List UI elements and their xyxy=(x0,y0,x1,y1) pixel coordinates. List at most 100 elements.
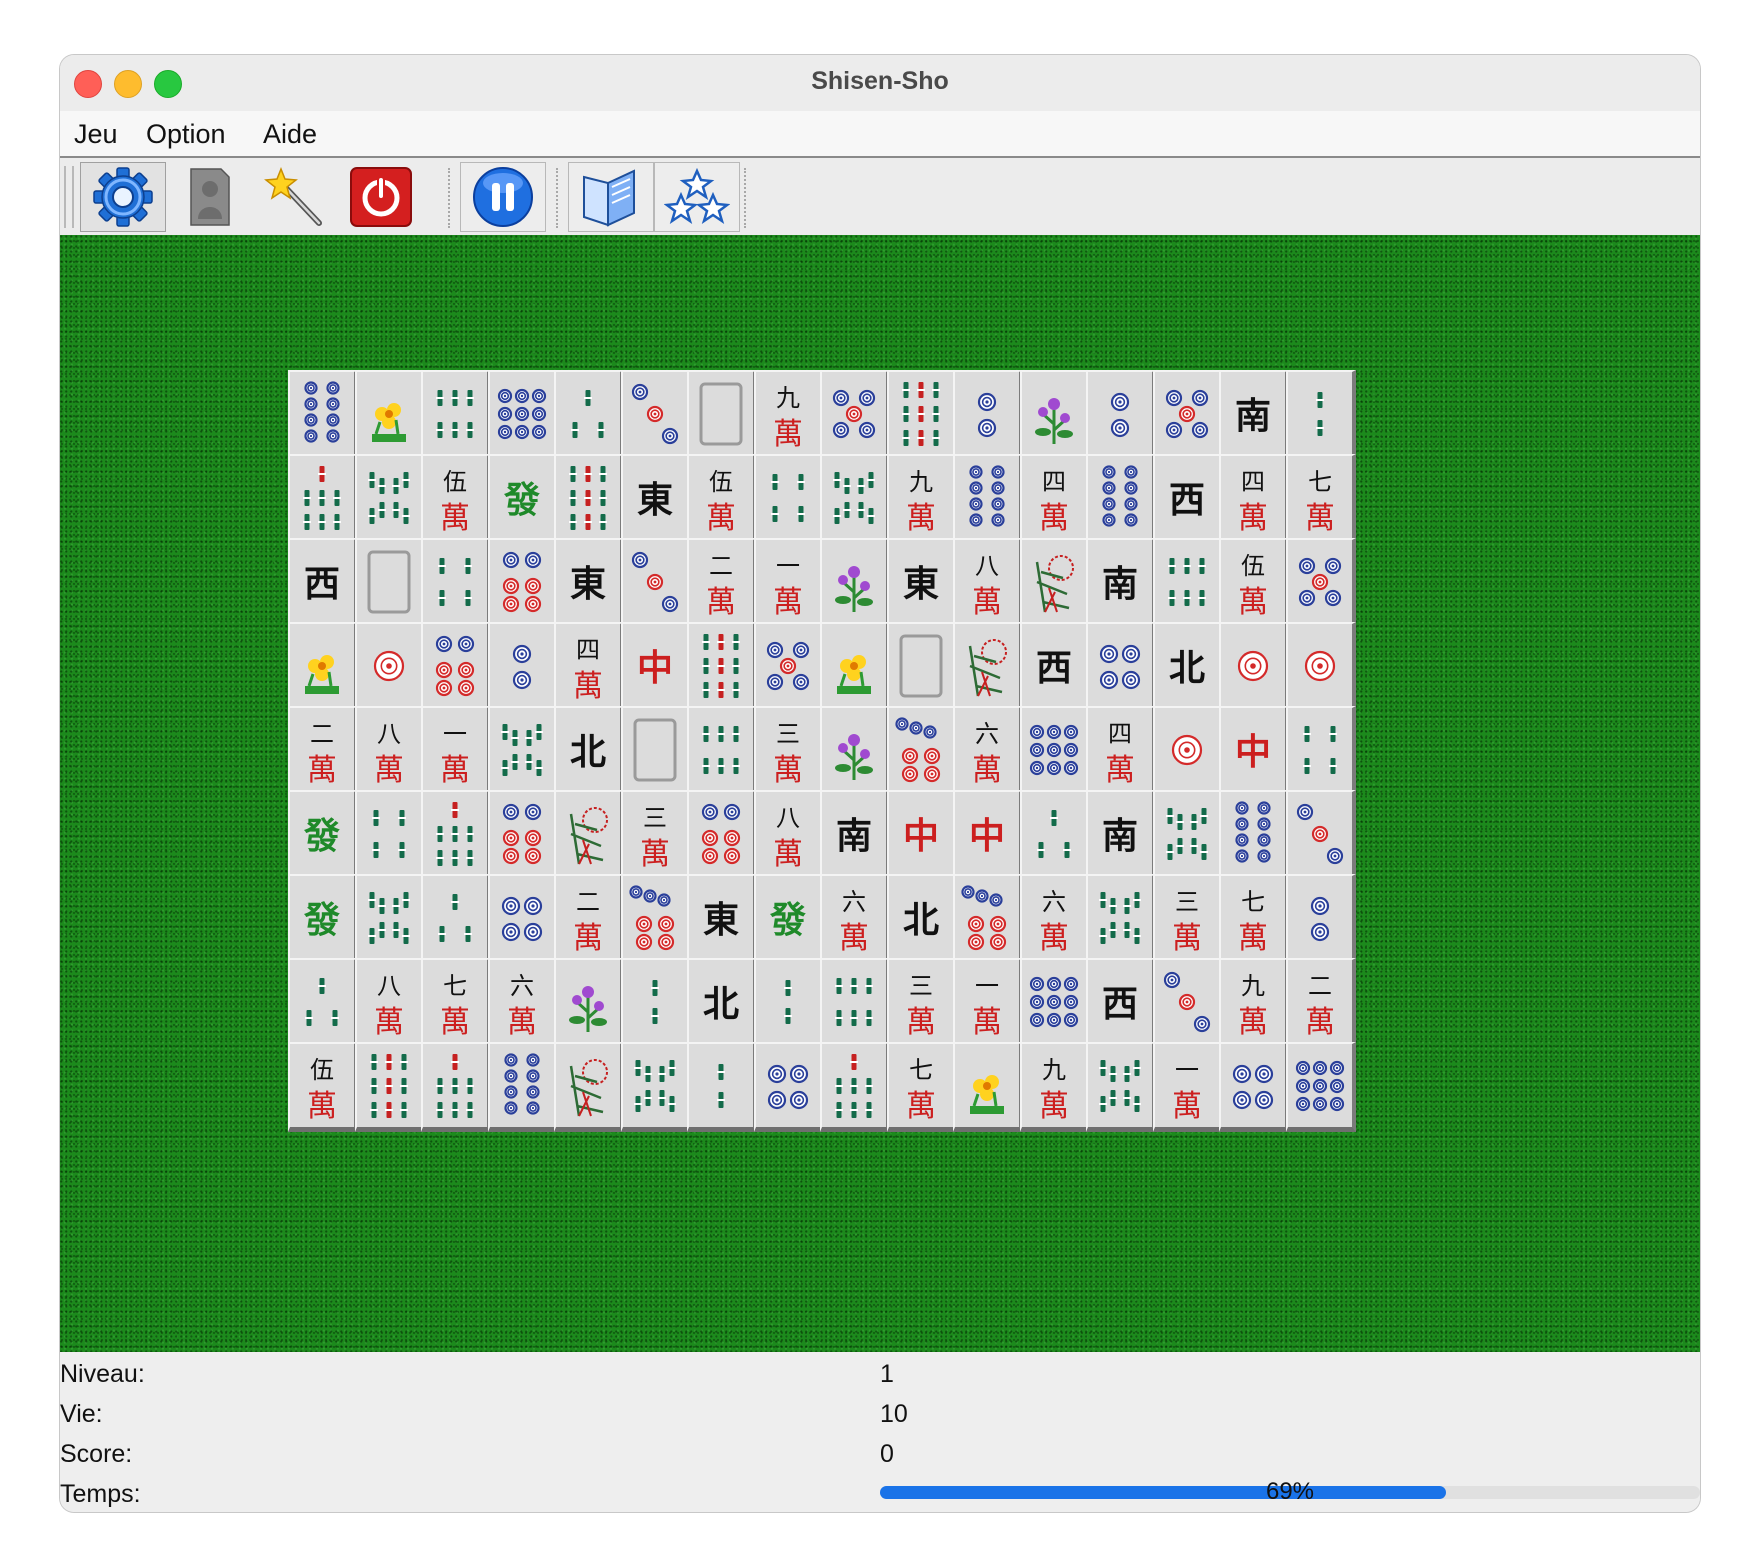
circles-9-tile[interactable] xyxy=(1285,1042,1356,1132)
magic-button[interactable] xyxy=(252,162,338,232)
red-dragon-tile[interactable]: 中 xyxy=(1219,706,1289,796)
circles-2-tile[interactable] xyxy=(1086,370,1156,460)
bamboo-2-tile[interactable] xyxy=(687,1042,757,1132)
east-wind-tile[interactable]: 東 xyxy=(554,538,624,628)
circles-7-tile[interactable] xyxy=(886,706,957,796)
white-dragon-tile[interactable] xyxy=(620,706,691,796)
circles-2-tile[interactable] xyxy=(1285,874,1356,964)
bamboo-7-tile[interactable] xyxy=(820,1042,890,1132)
characters-6-tile[interactable]: 六 萬 xyxy=(487,958,558,1048)
north-wind-tile[interactable]: 北 xyxy=(1152,622,1223,712)
characters-8-tile[interactable]: 八 萬 xyxy=(753,790,824,880)
east-wind-tile[interactable]: 東 xyxy=(886,538,957,628)
red-dragon-tile[interactable]: 中 xyxy=(886,790,957,880)
bamboo-2-tile[interactable] xyxy=(620,958,691,1048)
circles-3-tile[interactable] xyxy=(1285,790,1356,880)
pause-button[interactable] xyxy=(460,162,546,232)
bamboo-7-tile[interactable] xyxy=(421,790,491,880)
characters-4-tile[interactable]: 四 萬 xyxy=(1219,454,1289,544)
characters-3-tile[interactable]: 三 萬 xyxy=(886,958,957,1048)
characters-7-tile[interactable]: 七 萬 xyxy=(886,1042,957,1132)
green-dragon-tile[interactable]: 發 xyxy=(753,874,824,964)
circles-4-tile[interactable] xyxy=(1219,1042,1289,1132)
circles-7-tile[interactable] xyxy=(620,874,691,964)
hint-button[interactable] xyxy=(166,162,252,232)
flower-yellow-tile[interactable] xyxy=(820,622,890,712)
flower-red-tile[interactable] xyxy=(1019,538,1090,628)
characters-5-tile[interactable]: 伍 萬 xyxy=(1219,538,1289,628)
circles-1-tile[interactable] xyxy=(354,622,425,712)
bamboo-8-tile[interactable] xyxy=(354,874,425,964)
characters-9-tile[interactable]: 九 萬 xyxy=(1019,1042,1090,1132)
red-dragon-tile[interactable]: 中 xyxy=(953,790,1023,880)
bamboo-3-tile[interactable] xyxy=(421,874,491,964)
circles-8-tile[interactable] xyxy=(1219,790,1289,880)
white-dragon-tile[interactable] xyxy=(886,622,957,712)
north-wind-tile[interactable]: 北 xyxy=(554,706,624,796)
circles-3-tile[interactable] xyxy=(620,370,691,460)
circles-9-tile[interactable] xyxy=(487,370,558,460)
scores-button[interactable] xyxy=(654,162,740,232)
characters-5-tile[interactable]: 伍 萬 xyxy=(687,454,757,544)
circles-4-tile[interactable] xyxy=(753,1042,824,1132)
quit-button[interactable] xyxy=(338,162,424,232)
flower-purple-tile[interactable] xyxy=(554,958,624,1048)
south-wind-tile[interactable]: 南 xyxy=(1219,370,1289,460)
bamboo-3-tile[interactable] xyxy=(554,370,624,460)
circles-3-tile[interactable] xyxy=(620,538,691,628)
flower-purple-tile[interactable] xyxy=(820,538,890,628)
characters-5-tile[interactable]: 伍 萬 xyxy=(288,1042,358,1132)
flower-red-tile[interactable] xyxy=(953,622,1023,712)
characters-1-tile[interactable]: 一 萬 xyxy=(753,538,824,628)
bamboo-6-tile[interactable] xyxy=(421,370,491,460)
circles-8-tile[interactable] xyxy=(487,1042,558,1132)
south-wind-tile[interactable]: 南 xyxy=(1086,538,1156,628)
characters-1-tile[interactable]: 一 萬 xyxy=(953,958,1023,1048)
characters-8-tile[interactable]: 八 萬 xyxy=(354,958,425,1048)
characters-7-tile[interactable]: 七 萬 xyxy=(1219,874,1289,964)
green-dragon-tile[interactable]: 發 xyxy=(288,874,358,964)
bamboo-8-tile[interactable] xyxy=(354,454,425,544)
east-wind-tile[interactable]: 東 xyxy=(620,454,691,544)
help-button[interactable] xyxy=(568,162,654,232)
bamboo-4-tile[interactable] xyxy=(753,454,824,544)
circles-6-tile[interactable] xyxy=(421,622,491,712)
white-dragon-tile[interactable] xyxy=(687,370,757,460)
characters-6-tile[interactable]: 六 萬 xyxy=(820,874,890,964)
circles-8-tile[interactable] xyxy=(1086,454,1156,544)
flower-yellow-tile[interactable] xyxy=(953,1042,1023,1132)
characters-7-tile[interactable]: 七 萬 xyxy=(1285,454,1356,544)
bamboo-8-tile[interactable] xyxy=(1086,1042,1156,1132)
circles-4-tile[interactable] xyxy=(1086,622,1156,712)
west-wind-tile[interactable]: 西 xyxy=(288,538,358,628)
west-wind-tile[interactable]: 西 xyxy=(1019,622,1090,712)
characters-2-tile[interactable]: 二 萬 xyxy=(1285,958,1356,1048)
bamboo-9-tile[interactable] xyxy=(886,370,957,460)
circles-2-tile[interactable] xyxy=(487,622,558,712)
characters-3-tile[interactable]: 三 萬 xyxy=(1152,874,1223,964)
bamboo-8-tile[interactable] xyxy=(620,1042,691,1132)
west-wind-tile[interactable]: 西 xyxy=(1086,958,1156,1048)
circles-4-tile[interactable] xyxy=(487,874,558,964)
circles-5-tile[interactable] xyxy=(1285,538,1356,628)
circles-2-tile[interactable] xyxy=(953,370,1023,460)
white-dragon-tile[interactable] xyxy=(354,538,425,628)
circles-3-tile[interactable] xyxy=(1152,958,1223,1048)
characters-6-tile[interactable]: 六 萬 xyxy=(953,706,1023,796)
bamboo-6-tile[interactable] xyxy=(687,706,757,796)
west-wind-tile[interactable]: 西 xyxy=(1152,454,1223,544)
circles-8-tile[interactable] xyxy=(288,370,358,460)
north-wind-tile[interactable]: 北 xyxy=(886,874,957,964)
circles-1-tile[interactable] xyxy=(1152,706,1223,796)
north-wind-tile[interactable]: 北 xyxy=(687,958,757,1048)
characters-1-tile[interactable]: 一 萬 xyxy=(1152,1042,1223,1132)
circles-9-tile[interactable] xyxy=(1019,706,1090,796)
bamboo-6-tile[interactable] xyxy=(1152,538,1223,628)
circles-6-tile[interactable] xyxy=(487,538,558,628)
circles-5-tile[interactable] xyxy=(820,370,890,460)
green-dragon-tile[interactable]: 發 xyxy=(487,454,558,544)
circles-9-tile[interactable] xyxy=(1019,958,1090,1048)
flower-yellow-tile[interactable] xyxy=(354,370,425,460)
circles-1-tile[interactable] xyxy=(1219,622,1289,712)
circles-5-tile[interactable] xyxy=(1152,370,1223,460)
